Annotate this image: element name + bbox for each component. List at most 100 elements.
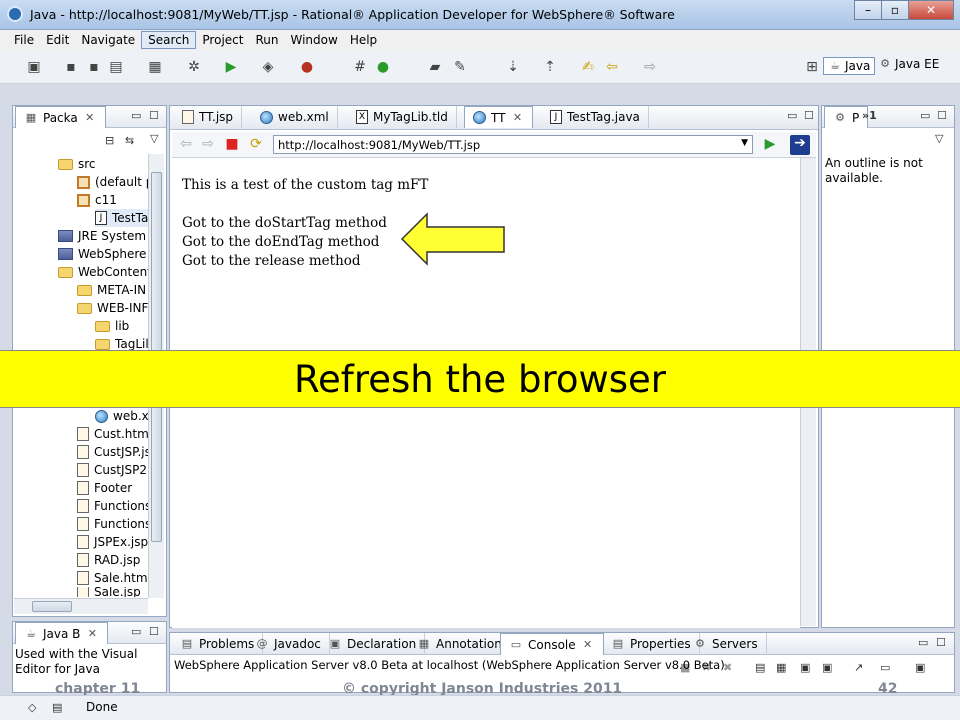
next-annotation-icon[interactable]: ⇣ — [505, 59, 521, 75]
close-icon[interactable]: ✕ — [83, 111, 97, 125]
external-tools-icon[interactable]: ● — [299, 59, 315, 75]
tab-javadoc[interactable]: @ Javadoc — [247, 633, 330, 655]
close-icon[interactable]: ✕ — [581, 638, 595, 652]
menu-edit[interactable]: Edit — [40, 32, 75, 48]
new-package-icon[interactable]: # — [352, 59, 368, 75]
maximize-icon[interactable]: ☐ — [149, 109, 159, 122]
browser-forward-icon[interactable]: ⇨ — [200, 136, 216, 152]
tab-web-xml[interactable]: web.xml — [252, 106, 338, 128]
menu-run[interactable]: Run — [249, 32, 284, 48]
tree-item[interactable]: lib — [95, 317, 129, 335]
pin-console-icon[interactable]: ↗ — [854, 661, 863, 674]
maximize-icon[interactable]: ☐ — [937, 109, 947, 122]
tree-item[interactable]: CustJSP.js — [77, 443, 151, 461]
menu-navigate[interactable]: Navigate — [75, 32, 141, 48]
collapse-all-icon[interactable]: ⊟ — [105, 134, 114, 147]
link-editor-icon[interactable]: ⇆ — [125, 134, 134, 147]
maximize-icon[interactable]: ☐ — [149, 625, 159, 638]
perspective-java[interactable]: ☕ Java — [823, 57, 876, 75]
save-icon[interactable]: ▪ — [63, 59, 79, 75]
go-icon[interactable]: ▶ — [762, 136, 778, 152]
tree-item[interactable]: JSPEx.jsp — [77, 533, 148, 551]
more-tabs-icon[interactable]: »1 — [862, 109, 877, 122]
tree-item[interactable]: RAD.jsp — [77, 551, 140, 569]
forward-icon[interactable]: ⇨ — [642, 59, 658, 75]
show-on-error-icon[interactable]: ▣ — [822, 661, 832, 674]
browser-menu-icon[interactable]: ➔ — [790, 135, 810, 155]
clear-console-icon[interactable]: ▤ — [755, 661, 765, 674]
tab-mytaglib-tld[interactable]: X MyTagLib.tld — [348, 106, 457, 128]
coverage-icon[interactable]: ◈ — [260, 59, 276, 75]
maximize-icon[interactable]: ☐ — [936, 636, 946, 649]
scroll-lock-icon[interactable]: ▦ — [776, 661, 786, 674]
new-icon[interactable]: ▣ — [26, 59, 42, 75]
scroll-thumb[interactable] — [32, 601, 72, 612]
tree-item[interactable]: src — [58, 155, 96, 173]
minimize-icon[interactable]: ▭ — [920, 109, 930, 122]
menu-search[interactable]: Search — [141, 31, 197, 49]
view-menu-icon[interactable]: ▽ — [150, 132, 158, 145]
minimize-icon[interactable]: ▭ — [131, 625, 141, 638]
print-icon[interactable]: ▤ — [108, 59, 124, 75]
tab-tt-jsp[interactable]: TT.jsp — [174, 106, 243, 128]
refresh-icon[interactable]: ⟳ — [248, 136, 264, 152]
minimize-icon[interactable]: ▭ — [131, 109, 141, 122]
perspective-javaee[interactable]: ⚙ Java EE — [878, 57, 939, 71]
prev-annotation-icon[interactable]: ⇡ — [542, 59, 558, 75]
tab-package-explorer[interactable]: ▦ Packa ✕ — [15, 106, 106, 128]
save-all-icon[interactable]: ▪ — [86, 59, 102, 75]
url-input[interactable]: http://localhost:9081/MyWeb/TT.jsp ▼ — [273, 135, 753, 154]
tree-item[interactable]: WEB-INF — [77, 299, 148, 317]
tree-item[interactable]: c11 — [77, 191, 117, 209]
new-fast-view-icon[interactable]: ◇ — [28, 701, 36, 714]
new-class-icon[interactable]: ● — [375, 59, 391, 75]
tab-servers[interactable]: ⚙ Servers — [685, 633, 767, 655]
server-icon[interactable]: ▦ — [147, 59, 163, 75]
tree-item[interactable]: web.x — [95, 407, 149, 425]
maximize-icon[interactable]: ☐ — [804, 109, 814, 122]
tree-item[interactable]: JRE System Li — [58, 227, 160, 245]
close-button[interactable]: ✕ — [908, 0, 954, 20]
tab-java-beans[interactable]: ☕ Java B ✕ — [15, 622, 109, 644]
tree-item[interactable]: Functions — [77, 515, 151, 533]
tab-testtag-java[interactable]: J TestTag.java — [542, 106, 649, 128]
tree-item[interactable]: Footer — [77, 479, 132, 497]
last-edit-icon[interactable]: ✍ — [580, 59, 596, 75]
menu-window[interactable]: Window — [284, 32, 343, 48]
display-console-icon[interactable]: ▭ — [880, 661, 890, 674]
back-icon[interactable]: ⇦ — [604, 59, 620, 75]
tree-item[interactable]: Sale.jsp — [77, 587, 141, 597]
maximize-button[interactable]: ▫ — [881, 0, 909, 20]
tree-item[interactable]: CustJSP2. — [77, 461, 151, 479]
tree-item[interactable]: META-IN — [77, 281, 146, 299]
close-icon[interactable]: ✕ — [85, 627, 99, 641]
tab-tt-browser[interactable]: TT ✕ — [464, 106, 534, 128]
run-icon[interactable]: ▶ — [223, 59, 239, 75]
tree-item[interactable]: Sale.html — [77, 569, 151, 587]
minimize-icon[interactable]: ▭ — [787, 109, 797, 122]
tree-item[interactable]: (default p — [77, 173, 153, 191]
tree-item[interactable]: WebContent — [58, 263, 152, 281]
view-menu-icon[interactable]: ▽ — [935, 132, 943, 145]
close-icon[interactable]: ✕ — [510, 111, 524, 125]
browser-back-icon[interactable]: ⇦ — [178, 136, 194, 152]
tree-item[interactable]: Cust.htm — [77, 425, 149, 443]
tab-console[interactable]: ▭ Console ✕ — [500, 633, 604, 655]
minimize-button[interactable]: – — [854, 0, 882, 20]
search-icon[interactable]: ✎ — [452, 59, 468, 75]
open-type-icon[interactable]: ▰ — [427, 59, 443, 75]
menu-project[interactable]: Project — [196, 32, 249, 48]
tree-item[interactable]: WebSphere A — [58, 245, 158, 263]
minimize-icon[interactable]: ▭ — [918, 636, 928, 649]
menu-file[interactable]: File — [8, 32, 40, 48]
tree-item[interactable]: J TestTa — [95, 209, 149, 227]
tree-item[interactable]: Functions — [77, 497, 151, 515]
chevron-down-icon[interactable]: ▼ — [741, 138, 748, 148]
open-perspective-icon[interactable]: ⊞ — [804, 59, 820, 75]
stop-icon[interactable]: ■ — [224, 136, 240, 152]
menu-help[interactable]: Help — [344, 32, 383, 48]
debug-icon[interactable]: ✲ — [186, 59, 202, 75]
open-console-icon[interactable]: ▣ — [915, 661, 925, 674]
explorer-horizontal-scrollbar[interactable] — [14, 598, 148, 614]
show-on-output-icon[interactable]: ▣ — [800, 661, 810, 674]
